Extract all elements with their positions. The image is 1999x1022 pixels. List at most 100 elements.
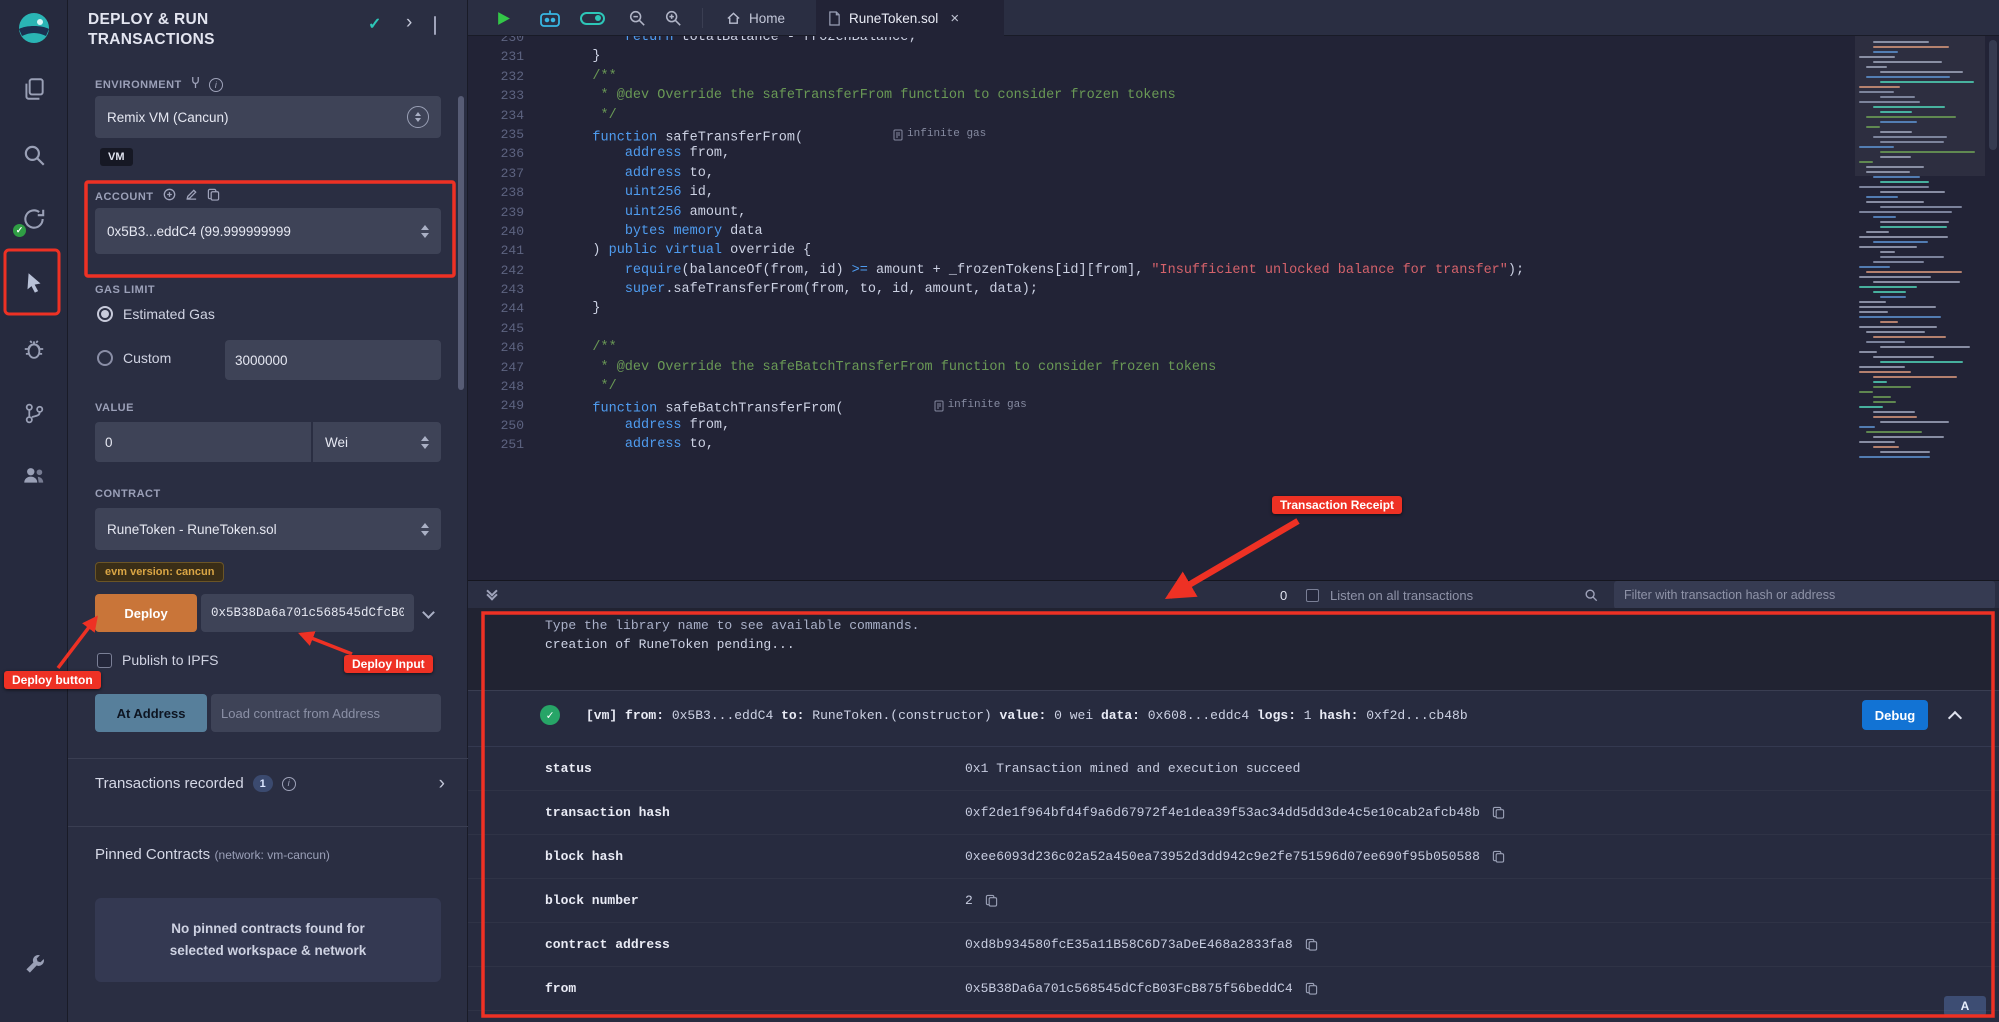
fork-icon[interactable] xyxy=(190,76,201,94)
line-number[interactable]: 233 xyxy=(468,86,538,105)
debugger-icon[interactable] xyxy=(17,332,51,366)
estimated-gas-radio[interactable] xyxy=(97,306,113,322)
code-line[interactable]: 250 address from, xyxy=(468,416,1999,435)
code-line[interactable]: 246 /** xyxy=(468,338,1999,357)
line-number[interactable]: 243 xyxy=(468,280,538,299)
debug-button[interactable]: Debug xyxy=(1862,700,1928,730)
custom-gas-radio[interactable] xyxy=(97,350,113,366)
code-line[interactable]: 237 address to, xyxy=(468,164,1999,183)
contract-stepper-icon[interactable] xyxy=(421,523,429,536)
line-number[interactable]: 250 xyxy=(468,416,538,435)
line-number[interactable]: 235 xyxy=(468,125,538,144)
file-explorer-icon[interactable] xyxy=(17,72,51,106)
tab-runetoken[interactable]: RuneToken.sol xyxy=(816,0,1004,37)
code-editor[interactable]: 230 return totalBalance - frozenBalance;… xyxy=(468,36,1999,580)
panel-scrollbar[interactable] xyxy=(458,96,464,390)
code-line[interactable]: 233 * @dev Override the safeTransferFrom… xyxy=(468,86,1999,105)
code-line[interactable]: 238 uint256 id, xyxy=(468,183,1999,202)
code-line[interactable]: 232 /** xyxy=(468,67,1999,86)
deploy-button[interactable]: Deploy xyxy=(95,594,197,632)
line-number[interactable]: 246 xyxy=(468,338,538,357)
contract-select[interactable]: RuneToken - RuneToken.sol xyxy=(95,508,441,550)
transactions-expand-icon[interactable] xyxy=(439,774,445,793)
panel-layout-icon[interactable] xyxy=(434,16,436,35)
code-line[interactable]: 235 function safeTransferFrom(infinite g… xyxy=(468,125,1999,144)
line-number[interactable]: 241 xyxy=(468,241,538,260)
account-select[interactable]: 0x5B3...eddC4 (99.999999999 xyxy=(95,208,441,254)
code-line[interactable]: 239 uint256 amount, xyxy=(468,203,1999,222)
plugin-manager-icon[interactable] xyxy=(17,458,51,492)
at-address-input[interactable] xyxy=(211,694,441,732)
zoom-in-icon[interactable] xyxy=(664,0,682,36)
code-line[interactable]: 243 super.safeTransferFrom(from, to, id,… xyxy=(468,280,1999,299)
line-number[interactable]: 239 xyxy=(468,203,538,222)
code-line[interactable]: 236 address from, xyxy=(468,144,1999,163)
run-script-icon[interactable] xyxy=(496,0,511,36)
deploy-input[interactable] xyxy=(201,594,414,632)
copilot-toggle-icon[interactable] xyxy=(580,0,605,36)
copy-icon[interactable] xyxy=(1492,806,1505,819)
copy-icon[interactable] xyxy=(1492,850,1505,863)
listen-checkbox[interactable] xyxy=(1306,581,1319,609)
line-number[interactable]: 242 xyxy=(468,261,538,280)
terminal-search-icon[interactable] xyxy=(1584,581,1598,609)
at-address-button[interactable]: At Address xyxy=(95,694,207,732)
line-number[interactable]: 251 xyxy=(468,435,538,454)
search-icon[interactable] xyxy=(17,138,51,172)
code-line[interactable]: 242 require(balanceOf(from, id) >= amoun… xyxy=(468,261,1999,280)
line-number[interactable]: 237 xyxy=(468,164,538,183)
code-line[interactable]: 245 xyxy=(468,319,1999,338)
copy-icon[interactable] xyxy=(985,894,998,907)
add-account-icon[interactable] xyxy=(163,188,176,206)
line-number[interactable]: 236 xyxy=(468,144,538,163)
tab-home[interactable]: Home xyxy=(714,0,797,36)
code-line[interactable]: 241 ) public virtual override { xyxy=(468,241,1999,260)
deploy-expand-icon[interactable] xyxy=(422,606,435,619)
line-number[interactable]: 249 xyxy=(468,396,538,415)
code-line[interactable]: 249 function safeBatchTransferFrom(infin… xyxy=(468,396,1999,415)
remix-logo[interactable] xyxy=(14,8,54,48)
git-branch-icon[interactable] xyxy=(17,396,51,430)
environment-stepper-icon[interactable] xyxy=(407,106,429,128)
unit-stepper-icon[interactable] xyxy=(421,436,429,449)
code-line[interactable]: 240 bytes memory data xyxy=(468,222,1999,241)
terminal-expand-icon[interactable] xyxy=(488,581,496,609)
value-unit-select[interactable]: Wei xyxy=(312,422,441,462)
minimap[interactable] xyxy=(1855,38,1985,474)
editor-scrollbar[interactable] xyxy=(1989,40,1997,150)
environment-info-icon[interactable] xyxy=(209,78,223,92)
tab-close-icon[interactable] xyxy=(950,10,959,27)
line-number[interactable]: 244 xyxy=(468,299,538,318)
zoom-out-icon[interactable] xyxy=(628,0,646,36)
line-number[interactable]: 248 xyxy=(468,377,538,396)
line-number[interactable]: 240 xyxy=(468,222,538,241)
deploy-and-run-icon[interactable] xyxy=(17,266,51,300)
remix-ai-icon[interactable] xyxy=(538,0,562,36)
code-line[interactable]: 230 return totalBalance - frozenBalance; xyxy=(468,36,1999,47)
code-line[interactable]: 251 address to, xyxy=(468,435,1999,454)
settings-icon[interactable] xyxy=(17,948,51,982)
account-stepper-icon[interactable] xyxy=(421,225,429,238)
line-number[interactable]: 230 xyxy=(468,36,538,47)
value-input[interactable] xyxy=(95,422,311,462)
transactions-info-icon[interactable] xyxy=(282,777,296,791)
panel-forward-icon[interactable] xyxy=(406,13,412,32)
code-line[interactable]: 248 */ xyxy=(468,377,1999,396)
code-line[interactable]: 231 } xyxy=(468,47,1999,66)
collapse-receipt-icon[interactable] xyxy=(1948,711,1962,725)
line-number[interactable]: 231 xyxy=(468,47,538,66)
transaction-filter-input[interactable] xyxy=(1614,581,1995,609)
copy-icon[interactable] xyxy=(1305,938,1318,951)
code-line[interactable]: 247 * @dev Override the safeBatchTransfe… xyxy=(468,358,1999,377)
line-number[interactable]: 247 xyxy=(468,358,538,377)
code-line[interactable]: 234 */ xyxy=(468,106,1999,125)
line-number[interactable]: 238 xyxy=(468,183,538,202)
line-number[interactable]: 232 xyxy=(468,67,538,86)
gas-limit-input[interactable] xyxy=(225,340,441,380)
line-number[interactable]: 245 xyxy=(468,319,538,338)
copy-icon[interactable] xyxy=(1305,982,1318,995)
environment-select[interactable]: Remix VM (Cancun) xyxy=(95,96,441,138)
code-line[interactable]: 244 } xyxy=(468,299,1999,318)
receipt-header[interactable]: [vm] from: 0x5B3...eddC4 to: RuneToken.(… xyxy=(468,691,1999,747)
line-number[interactable]: 234 xyxy=(468,106,538,125)
